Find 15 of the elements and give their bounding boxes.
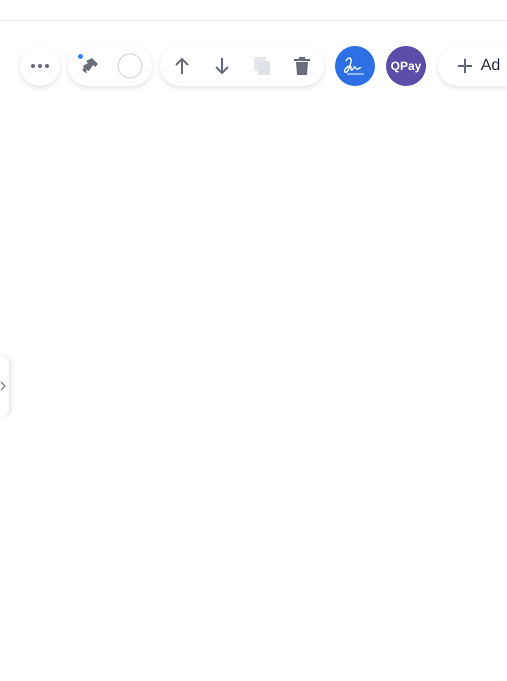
arrow-up-icon <box>174 57 190 75</box>
color-swatch-icon <box>117 53 143 79</box>
copy-icon <box>253 56 271 76</box>
signature-icon <box>343 55 367 77</box>
panel-toggle[interactable] <box>0 356 9 416</box>
arrow-down-icon <box>214 57 230 75</box>
plus-icon <box>456 58 473 74</box>
chevron-icon <box>0 381 6 391</box>
more-icon <box>31 64 49 68</box>
app-button[interactable]: QPay <box>386 46 426 86</box>
trash-icon <box>294 57 310 75</box>
brush-icon <box>80 56 100 76</box>
add-button[interactable]: Ad <box>438 46 507 86</box>
signature-app-button[interactable] <box>335 46 375 86</box>
indicator-dot <box>78 54 83 59</box>
